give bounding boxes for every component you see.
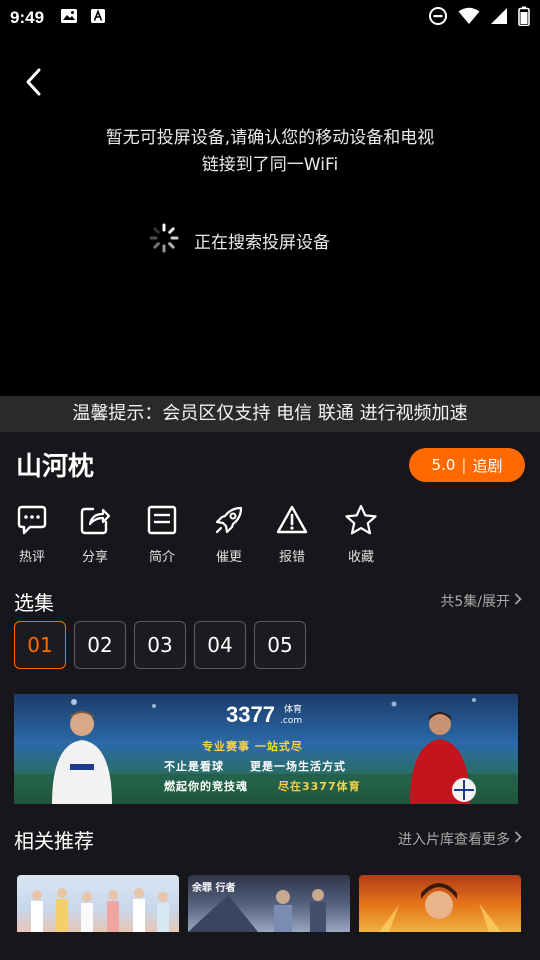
ad-line2a: 不止是看球 [164,760,224,773]
episodes-expand[interactable]: 共5集/展开 [440,591,522,611]
status-bar: 9:49 [0,0,540,36]
action-label: 简介 [148,550,175,565]
recommend-more[interactable]: 进入片库查看更多 [398,829,522,849]
ad-brand-com: .com [280,716,303,726]
share-icon [79,504,111,540]
episode-button[interactable]: 03 [134,621,186,669]
intro-icon [146,504,178,540]
action-label: 收藏 [347,550,374,565]
chevron-right-icon [514,593,522,609]
recommend-title: 相关推荐 [14,829,94,853]
episodes-title: 选集 [14,591,54,615]
comment-icon [16,504,48,540]
episode-button[interactable]: 05 [254,621,306,669]
thumbnail-image [379,883,501,932]
episode-button[interactable]: 02 [74,621,126,669]
thumbnail-caption: 余罪 行者 [192,883,236,894]
action-label: 报错 [278,550,305,565]
ad-person-left-image [52,711,112,804]
searching-text: 正在搜索投屏设备 [194,233,330,253]
recommend-list: 余罪 行者 [17,875,521,932]
episode-button[interactable]: 01 [14,621,66,669]
action-intro[interactable]: 简介 [132,504,192,565]
follow-button[interactable]: 5.0 | 追剧 [409,448,525,482]
thumbnail-image [31,888,169,932]
status-time: 9:49 [10,8,45,27]
cast-message-line1: 暂无可投屏设备,请确认您的移动设备和电视 [105,128,435,148]
ad-brand: 3377 [226,702,275,727]
ad-line2b: 更是一场生活方式 [250,760,346,773]
star-icon [344,504,378,540]
ad-banner[interactable]: 3377 体育 .com 专业赛事 一站式尽 不止是看球 更是一场生活方式 燃起… [14,694,518,804]
recommend-thumbnail[interactable]: 余罪 行者 [188,875,350,932]
battery-icon [518,6,530,30]
show-title: 山河枕 [16,452,95,482]
follow-divider: | [461,456,467,474]
signal-icon [490,7,508,29]
follow-label: 追剧 [472,456,503,475]
loading-spinner-icon [148,222,180,259]
status-right-icons [428,6,530,30]
status-left-icons [60,8,106,28]
ad-person-right-image [410,712,476,804]
notice-bar: 温馨提示：会员区仅支持 电信 联通 进行视频加速 [0,396,540,432]
ad-line1: 专业赛事 一站式尽 [202,740,303,753]
action-share[interactable]: 分享 [65,504,125,565]
recommend-thumbnail[interactable] [359,875,521,932]
ad-brand-sub: 体育 [284,705,303,715]
action-label: 催更 [215,550,242,565]
action-row: 热评 分享 简介 催更 报错 收藏 [0,504,540,568]
rating-value: 5.0 [431,456,456,474]
dnd-icon [428,6,448,30]
action-urge-update[interactable]: 催更 [199,504,259,565]
warning-icon [276,504,308,540]
action-comment[interactable]: 热评 [2,504,62,565]
ad-line3b: 尽在3377体育 [278,780,361,793]
episode-button[interactable]: 04 [194,621,246,669]
chevron-right-icon [514,831,522,847]
ad-line3a: 燃起你的竞技魂 [164,780,248,793]
recommend-more-label: 进入片库查看更多 [398,832,510,848]
font-a-icon [90,8,106,28]
action-favorite[interactable]: 收藏 [331,504,391,565]
action-label: 分享 [81,550,108,565]
cast-message-line2: 链接到了同一WiFi [201,155,339,175]
back-button[interactable] [18,68,50,100]
chevron-left-icon [24,67,44,101]
gallery-icon [60,8,78,28]
recommend-thumbnail[interactable] [17,875,179,932]
searching-indicator: 正在搜索投屏设备 [148,222,330,259]
episode-list: 01 02 03 04 05 [14,621,306,669]
action-label: 热评 [18,550,45,565]
episodes-more-label: 共5集/展开 [440,594,510,610]
wifi-icon [458,7,480,29]
rocket-icon [213,504,245,540]
video-player[interactable]: 暂无可投屏设备,请确认您的移动设备和电视 链接到了同一WiFi 正在搜索投屏设备 [0,36,540,396]
action-report[interactable]: 报错 [262,504,322,565]
